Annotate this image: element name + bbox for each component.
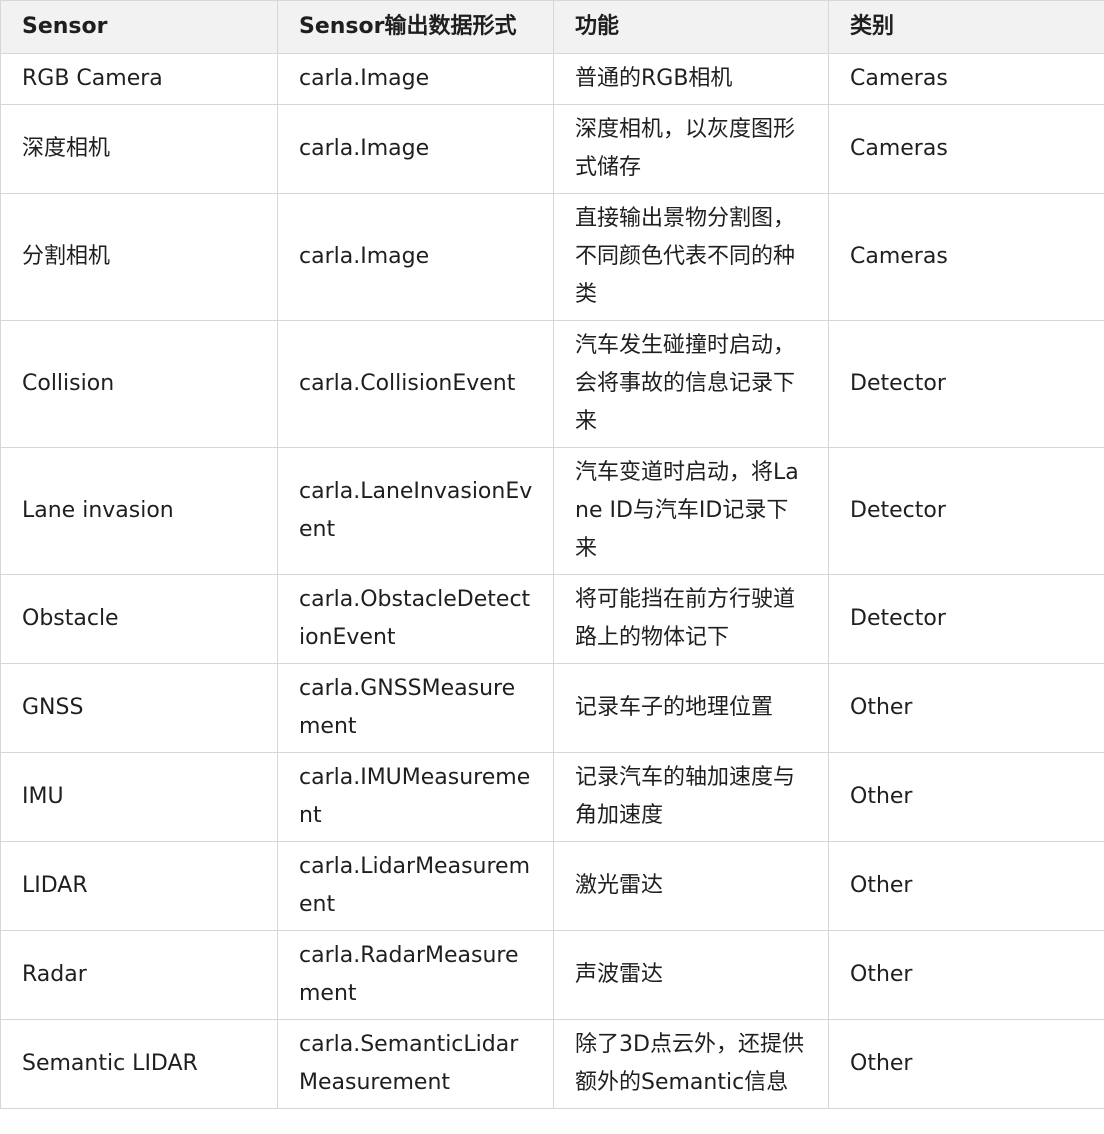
cell-sensor: Radar bbox=[0, 930, 278, 1020]
cell-function: 普通的RGB相机 bbox=[553, 53, 829, 105]
table-row: Collision carla.CollisionEvent 汽车发生碰撞时启动… bbox=[0, 320, 1104, 448]
cell-output-format: carla.LidarMeasurement bbox=[277, 841, 554, 931]
cell-function: 记录汽车的轴加速度与角加速度 bbox=[553, 752, 829, 842]
cell-sensor: LIDAR bbox=[0, 841, 278, 931]
cell-output-format: carla.LaneInvasionEvent bbox=[277, 447, 554, 575]
cell-function: 汽车发生碰撞时启动，会将事故的信息记录下来 bbox=[553, 320, 829, 448]
header-function: 功能 bbox=[553, 0, 829, 54]
cell-sensor: IMU bbox=[0, 752, 278, 842]
cell-function: 深度相机，以灰度图形式储存 bbox=[553, 104, 829, 194]
cell-function: 除了3D点云外，还提供额外的Semantic信息 bbox=[553, 1019, 829, 1109]
cell-category: Cameras bbox=[828, 53, 1104, 105]
cell-sensor: 分割相机 bbox=[0, 193, 278, 321]
table-row: 分割相机 carla.Image 直接输出景物分割图，不同颜色代表不同的种类 C… bbox=[0, 193, 1104, 321]
header-row: Sensor Sensor输出数据形式 功能 类别 bbox=[0, 0, 1104, 54]
cell-function: 记录车子的地理位置 bbox=[553, 663, 829, 753]
table-row: GNSS carla.GNSSMeasurement 记录车子的地理位置 Oth… bbox=[0, 663, 1104, 753]
sensor-table: Sensor Sensor输出数据形式 功能 类别 RGB Camera car… bbox=[0, 0, 1104, 1109]
cell-category: Other bbox=[828, 1019, 1104, 1109]
cell-category: Detector bbox=[828, 320, 1104, 448]
cell-output-format: carla.GNSSMeasurement bbox=[277, 663, 554, 753]
cell-sensor: Semantic LIDAR bbox=[0, 1019, 278, 1109]
cell-output-format: carla.CollisionEvent bbox=[277, 320, 554, 448]
cell-output-format: carla.Image bbox=[277, 53, 554, 105]
cell-sensor: GNSS bbox=[0, 663, 278, 753]
cell-sensor: Obstacle bbox=[0, 574, 278, 664]
header-sensor: Sensor bbox=[0, 0, 278, 54]
cell-output-format: carla.Image bbox=[277, 193, 554, 321]
cell-function: 将可能挡在前方行驶道路上的物体记下 bbox=[553, 574, 829, 664]
cell-category: Other bbox=[828, 752, 1104, 842]
table-row: Lane invasion carla.LaneInvasionEvent 汽车… bbox=[0, 447, 1104, 575]
cell-output-format: carla.IMUMeasurement bbox=[277, 752, 554, 842]
cell-output-format: carla.SemanticLidarMeasurement bbox=[277, 1019, 554, 1109]
cell-sensor: RGB Camera bbox=[0, 53, 278, 105]
cell-function: 汽车变道时启动，将Lane ID与汽车ID记录下来 bbox=[553, 447, 829, 575]
cell-category: Other bbox=[828, 663, 1104, 753]
header-category: 类别 bbox=[828, 0, 1104, 54]
table-row: Semantic LIDAR carla.SemanticLidarMeasur… bbox=[0, 1019, 1104, 1109]
cell-category: Cameras bbox=[828, 193, 1104, 321]
cell-sensor: 深度相机 bbox=[0, 104, 278, 194]
cell-output-format: carla.ObstacleDetectionEvent bbox=[277, 574, 554, 664]
cell-function: 激光雷达 bbox=[553, 841, 829, 931]
cell-function: 声波雷达 bbox=[553, 930, 829, 1020]
cell-category: Other bbox=[828, 930, 1104, 1020]
cell-function: 直接输出景物分割图，不同颜色代表不同的种类 bbox=[553, 193, 829, 321]
table-body: RGB Camera carla.Image 普通的RGB相机 Cameras … bbox=[0, 53, 1104, 1109]
cell-sensor: Collision bbox=[0, 320, 278, 448]
cell-sensor: Lane invasion bbox=[0, 447, 278, 575]
header-output-format: Sensor输出数据形式 bbox=[277, 0, 554, 54]
cell-output-format: carla.Image bbox=[277, 104, 554, 194]
table-header: Sensor Sensor输出数据形式 功能 类别 bbox=[0, 0, 1104, 54]
table-row: Obstacle carla.ObstacleDetectionEvent 将可… bbox=[0, 574, 1104, 664]
table-row: RGB Camera carla.Image 普通的RGB相机 Cameras bbox=[0, 53, 1104, 105]
cell-output-format: carla.RadarMeasurement bbox=[277, 930, 554, 1020]
cell-category: Detector bbox=[828, 447, 1104, 575]
table-row: LIDAR carla.LidarMeasurement 激光雷达 Other bbox=[0, 841, 1104, 931]
cell-category: Detector bbox=[828, 574, 1104, 664]
cell-category: Cameras bbox=[828, 104, 1104, 194]
table-row: 深度相机 carla.Image 深度相机，以灰度图形式储存 Cameras bbox=[0, 104, 1104, 194]
table-row: Radar carla.RadarMeasurement 声波雷达 Other bbox=[0, 930, 1104, 1020]
table-row: IMU carla.IMUMeasurement 记录汽车的轴加速度与角加速度 … bbox=[0, 752, 1104, 842]
cell-category: Other bbox=[828, 841, 1104, 931]
